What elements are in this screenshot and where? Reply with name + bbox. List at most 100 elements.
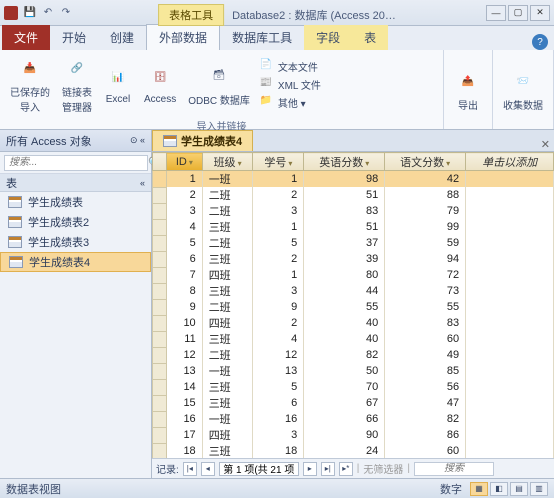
cell[interactable]: 9: [167, 299, 203, 315]
cell[interactable]: 4: [167, 219, 203, 235]
cell[interactable]: [466, 395, 554, 411]
chart-view-button[interactable]: ▥: [530, 482, 548, 496]
cell[interactable]: 13: [253, 363, 304, 379]
cell[interactable]: [466, 187, 554, 203]
cell[interactable]: [466, 347, 554, 363]
cell[interactable]: 56: [385, 379, 466, 395]
cell[interactable]: 42: [385, 171, 466, 188]
cell[interactable]: 3: [253, 283, 304, 299]
linked-table-manager-button[interactable]: 🔗链接表 管理器: [58, 52, 96, 116]
cell[interactable]: 90: [304, 427, 385, 443]
ribbon-tab-3[interactable]: 数据库工具: [220, 25, 304, 50]
cell[interactable]: 10: [167, 315, 203, 331]
cell[interactable]: 四班: [202, 315, 253, 331]
column-header[interactable]: 学号▾: [253, 153, 304, 171]
cell[interactable]: 55: [304, 299, 385, 315]
cell[interactable]: 83: [385, 315, 466, 331]
cell[interactable]: 三班: [202, 283, 253, 299]
cell[interactable]: 三班: [202, 379, 253, 395]
redo-icon[interactable]: ↷: [58, 5, 74, 21]
cell[interactable]: 60: [385, 331, 466, 347]
nav-table-item[interactable]: 学生成绩表2: [0, 212, 151, 232]
cell[interactable]: 2: [253, 187, 304, 203]
cell[interactable]: 82: [304, 347, 385, 363]
cell[interactable]: [466, 267, 554, 283]
cell[interactable]: [466, 427, 554, 443]
cell[interactable]: 13: [167, 363, 203, 379]
cell[interactable]: [466, 203, 554, 219]
datasheet-grid[interactable]: ID▾班级▾学号▾英语分数▾语文分数▾单击以添加1一班198422二班25188…: [152, 152, 554, 458]
cell[interactable]: 1: [253, 171, 304, 188]
cell[interactable]: 40: [304, 315, 385, 331]
cell[interactable]: 79: [385, 203, 466, 219]
nav-table-item[interactable]: 学生成绩表4: [0, 252, 151, 272]
nav-pane-header[interactable]: 所有 Access 对象 ⊙ «: [0, 130, 151, 152]
import-access-button[interactable]: 🗄Access: [140, 62, 180, 107]
cell[interactable]: 15: [167, 395, 203, 411]
cell[interactable]: 14: [167, 379, 203, 395]
cell[interactable]: 16: [253, 411, 304, 427]
cell[interactable]: 二班: [202, 187, 253, 203]
cell[interactable]: 44: [304, 283, 385, 299]
cell[interactable]: 1: [167, 171, 203, 188]
import-other-button[interactable]: 📁其他 ▾: [258, 94, 323, 111]
cell[interactable]: 12: [167, 347, 203, 363]
row-selector[interactable]: [153, 203, 167, 219]
document-tab[interactable]: 学生成绩表4: [152, 130, 253, 151]
cell[interactable]: 24: [304, 443, 385, 458]
cell[interactable]: 51: [304, 219, 385, 235]
nav-category-tables[interactable]: 表 «: [0, 174, 151, 192]
cell[interactable]: 59: [385, 235, 466, 251]
cell[interactable]: 3: [253, 203, 304, 219]
cell[interactable]: 83: [304, 203, 385, 219]
row-selector[interactable]: [153, 219, 167, 235]
cell[interactable]: 37: [304, 235, 385, 251]
cell[interactable]: [466, 315, 554, 331]
cell[interactable]: 80: [304, 267, 385, 283]
ribbon-tab-4[interactable]: 字段: [304, 25, 352, 50]
export-button[interactable]: 📤导出: [450, 65, 486, 114]
cell[interactable]: 一班: [202, 411, 253, 427]
cell[interactable]: [466, 363, 554, 379]
chevron-down-icon[interactable]: ⊙ «: [130, 135, 145, 146]
cell[interactable]: 5: [253, 379, 304, 395]
cell[interactable]: 3: [167, 203, 203, 219]
cell[interactable]: [466, 171, 554, 188]
column-header[interactable]: 班级▾: [202, 153, 253, 171]
column-header[interactable]: 英语分数▾: [304, 153, 385, 171]
cell[interactable]: 51: [304, 187, 385, 203]
row-selector[interactable]: [153, 347, 167, 363]
cell[interactable]: 50: [304, 363, 385, 379]
cell[interactable]: 98: [304, 171, 385, 188]
import-odbc-button[interactable]: 🗃ODBC 数据库: [184, 60, 254, 109]
column-header[interactable]: ID▾: [167, 153, 203, 171]
collect-data-button[interactable]: 📨收集数据: [499, 65, 547, 114]
cell[interactable]: 四班: [202, 427, 253, 443]
cell[interactable]: 73: [385, 283, 466, 299]
ribbon-tab-0[interactable]: 开始: [50, 25, 98, 50]
restore-button[interactable]: ▢: [508, 5, 528, 21]
cell[interactable]: 5: [253, 235, 304, 251]
row-selector[interactable]: [153, 363, 167, 379]
row-selector[interactable]: [153, 411, 167, 427]
nav-search-input[interactable]: [4, 155, 148, 171]
cell[interactable]: 4: [253, 331, 304, 347]
cell[interactable]: 18: [167, 443, 203, 458]
help-icon[interactable]: ?: [532, 34, 548, 50]
cell[interactable]: 94: [385, 251, 466, 267]
row-selector[interactable]: [153, 171, 167, 188]
file-tab[interactable]: 文件: [2, 25, 50, 50]
cell[interactable]: 二班: [202, 203, 253, 219]
record-position-input[interactable]: [219, 462, 299, 476]
cell[interactable]: 5: [167, 235, 203, 251]
prev-record-button[interactable]: ◂: [201, 462, 215, 476]
row-selector[interactable]: [153, 395, 167, 411]
datasheet-search-input[interactable]: [414, 462, 494, 476]
row-selector[interactable]: [153, 187, 167, 203]
last-record-button[interactable]: ▸|: [321, 462, 335, 476]
column-header[interactable]: 单击以添加: [466, 153, 554, 171]
minimize-button[interactable]: —: [486, 5, 506, 21]
cell[interactable]: 11: [167, 331, 203, 347]
import-text-button[interactable]: 📄文本文件: [258, 58, 323, 75]
cell[interactable]: 6: [167, 251, 203, 267]
